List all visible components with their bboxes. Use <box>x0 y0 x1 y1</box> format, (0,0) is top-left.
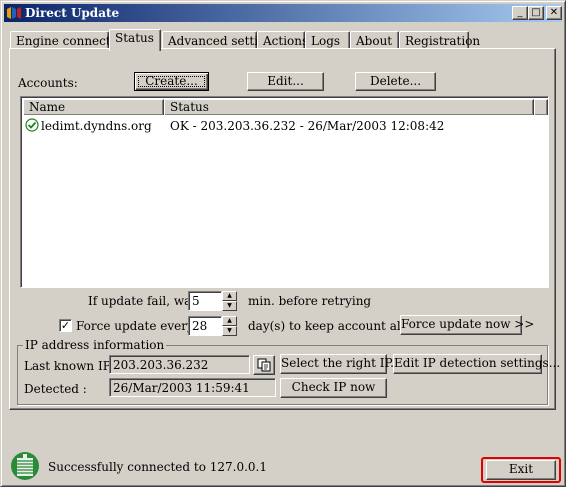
window-title: Direct Update <box>25 6 120 20</box>
last-known-ip-field: 203.203.36.232 <box>109 355 250 374</box>
tab-status[interactable]: Status <box>109 29 161 51</box>
maximize-button[interactable]: □ <box>528 6 544 20</box>
spin-up-icon[interactable]: ▲ <box>222 316 237 326</box>
force-update-label: Force update every: <box>76 319 198 333</box>
spin-up-icon[interactable]: ▲ <box>222 291 237 301</box>
connection-status-icon <box>11 452 39 480</box>
last-known-ip-label: Last known IP : <box>24 359 119 373</box>
account-status: OK - 203.203.36.232 - 26/Mar/2003 12:08:… <box>170 119 445 133</box>
status-message: Successfully connected to 127.0.0.1 <box>48 460 268 474</box>
force-days-input[interactable]: 28 <box>188 316 222 336</box>
edit-ip-detection-button[interactable]: Edit IP detection settings... <box>393 354 560 374</box>
spin-down-icon[interactable]: ▼ <box>222 326 237 336</box>
spin-down-icon[interactable]: ▼ <box>222 301 237 311</box>
app-window: Direct Update _ □ ✕ Engine connection St… <box>0 0 566 487</box>
ok-check-icon <box>25 118 39 132</box>
retry-minutes-spinner[interactable]: ▲ ▼ <box>222 291 237 311</box>
force-days-spinner[interactable]: ▲ ▼ <box>222 316 237 336</box>
status-bar: Successfully connected to 127.0.0.1 <box>4 447 562 485</box>
check-ip-now-button[interactable]: Check IP now <box>280 378 387 398</box>
retry-prefix-label: If update fail, wait <box>88 294 200 308</box>
force-update-checkbox[interactable]: ✓ <box>59 319 72 332</box>
detected-time-field: 26/Mar/2003 11:59:41 <box>109 378 276 397</box>
create-account-button[interactable]: Create... <box>134 72 209 91</box>
column-header-status[interactable]: Status <box>164 99 534 115</box>
copy-icon <box>257 358 271 372</box>
edit-account-button[interactable]: Edit... <box>247 72 324 91</box>
force-update-now-button[interactable]: Force update now >> <box>400 315 534 335</box>
column-header-name[interactable]: Name <box>23 99 164 115</box>
exit-highlight-box <box>481 457 561 483</box>
status-tab-panel: Accounts: Create... Edit... Delete... Na… <box>9 48 560 410</box>
close-button[interactable]: ✕ <box>546 6 562 20</box>
account-name: ledimt.dyndns.org <box>41 119 152 133</box>
delete-account-button[interactable]: Delete... <box>355 72 436 91</box>
app-logo-icon <box>7 7 21 19</box>
ip-group-title: IP address information <box>23 338 167 352</box>
detected-label: Detected : <box>24 382 87 396</box>
select-right-ip-button[interactable]: Select the right IP... <box>280 354 402 374</box>
retry-minutes-input[interactable]: 5 <box>188 291 222 311</box>
force-days-suffix-label: day(s) to keep account alive <box>248 319 419 333</box>
minimize-button[interactable]: _ <box>512 6 528 20</box>
column-header-filler <box>534 99 548 115</box>
title-bar[interactable]: Direct Update _ □ ✕ <box>4 4 562 22</box>
copy-ip-button[interactable] <box>253 355 275 375</box>
retry-suffix-label: min. before retrying <box>248 294 372 308</box>
table-row[interactable]: ledimt.dyndns.org OK - 203.203.36.232 - … <box>23 117 547 134</box>
accounts-list[interactable]: Name Status ledimt.dyndns.org OK - 203.2… <box>20 96 549 288</box>
accounts-label: Accounts: <box>18 76 78 90</box>
